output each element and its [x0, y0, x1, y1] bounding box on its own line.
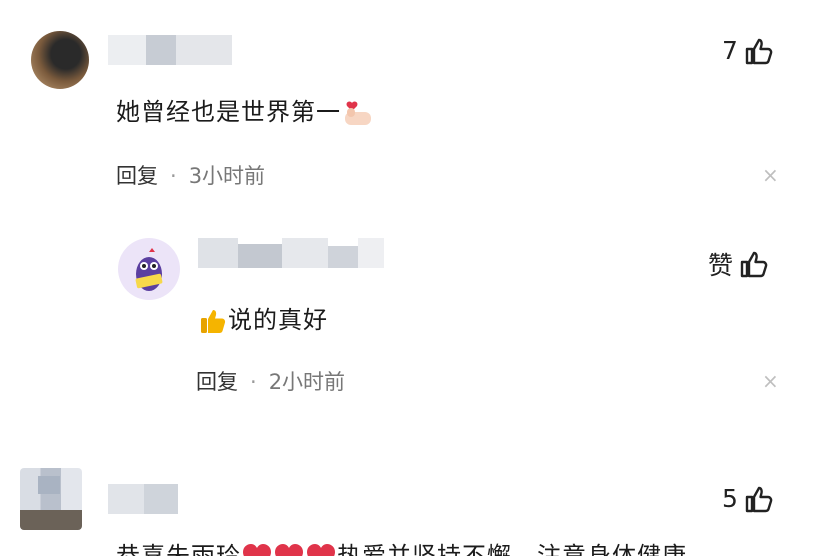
comment-meta: 回复 · 3小时前 — [116, 164, 266, 188]
reply-button[interactable]: 回复 — [116, 164, 158, 188]
user-avatar[interactable] — [20, 468, 82, 530]
comment-meta: 回复 · 2小时前 — [196, 370, 346, 394]
like-label: 赞 — [708, 251, 734, 280]
comment-thread: 7 她曾经也是世界第一 回复 · 3小时前 × 赞 说的真好 回复 · 2小时前… — [0, 0, 838, 556]
user-avatar[interactable] — [118, 238, 180, 300]
thumbs-up-icon — [745, 486, 773, 512]
user-avatar[interactable] — [31, 31, 89, 89]
heart-emoji — [243, 544, 271, 556]
comment-text: 恭喜朱雨玲 热爱并坚持不懈，注意身体健康 — [116, 536, 687, 556]
thumbs-up-icon — [745, 38, 773, 64]
like-button[interactable]: 赞 — [708, 246, 769, 282]
comment-time: 2小时前 — [268, 370, 346, 394]
reply-button[interactable]: 回复 — [196, 370, 238, 394]
heart-emoji — [275, 544, 303, 556]
username-blurred[interactable] — [108, 35, 232, 65]
comment-text: 她曾经也是世界第一 — [116, 92, 377, 131]
like-button[interactable]: 5 — [722, 484, 774, 513]
like-count: 7 — [722, 36, 738, 65]
thumbs-up-emoji — [201, 310, 226, 333]
close-icon[interactable]: × — [762, 165, 779, 185]
comment-time: 3小时前 — [188, 164, 266, 188]
like-count: 5 — [722, 484, 738, 513]
heart-emoji — [307, 544, 335, 556]
username-blurred[interactable] — [198, 238, 384, 268]
finger-heart-emoji — [345, 101, 371, 125]
comment-text: 说的真好 — [198, 300, 328, 336]
close-icon[interactable]: × — [762, 371, 779, 391]
thumbs-up-icon — [740, 251, 768, 278]
username-blurred[interactable] — [108, 484, 178, 514]
cartoon-avatar-icon — [135, 248, 163, 291]
like-button[interactable]: 7 — [722, 36, 774, 65]
